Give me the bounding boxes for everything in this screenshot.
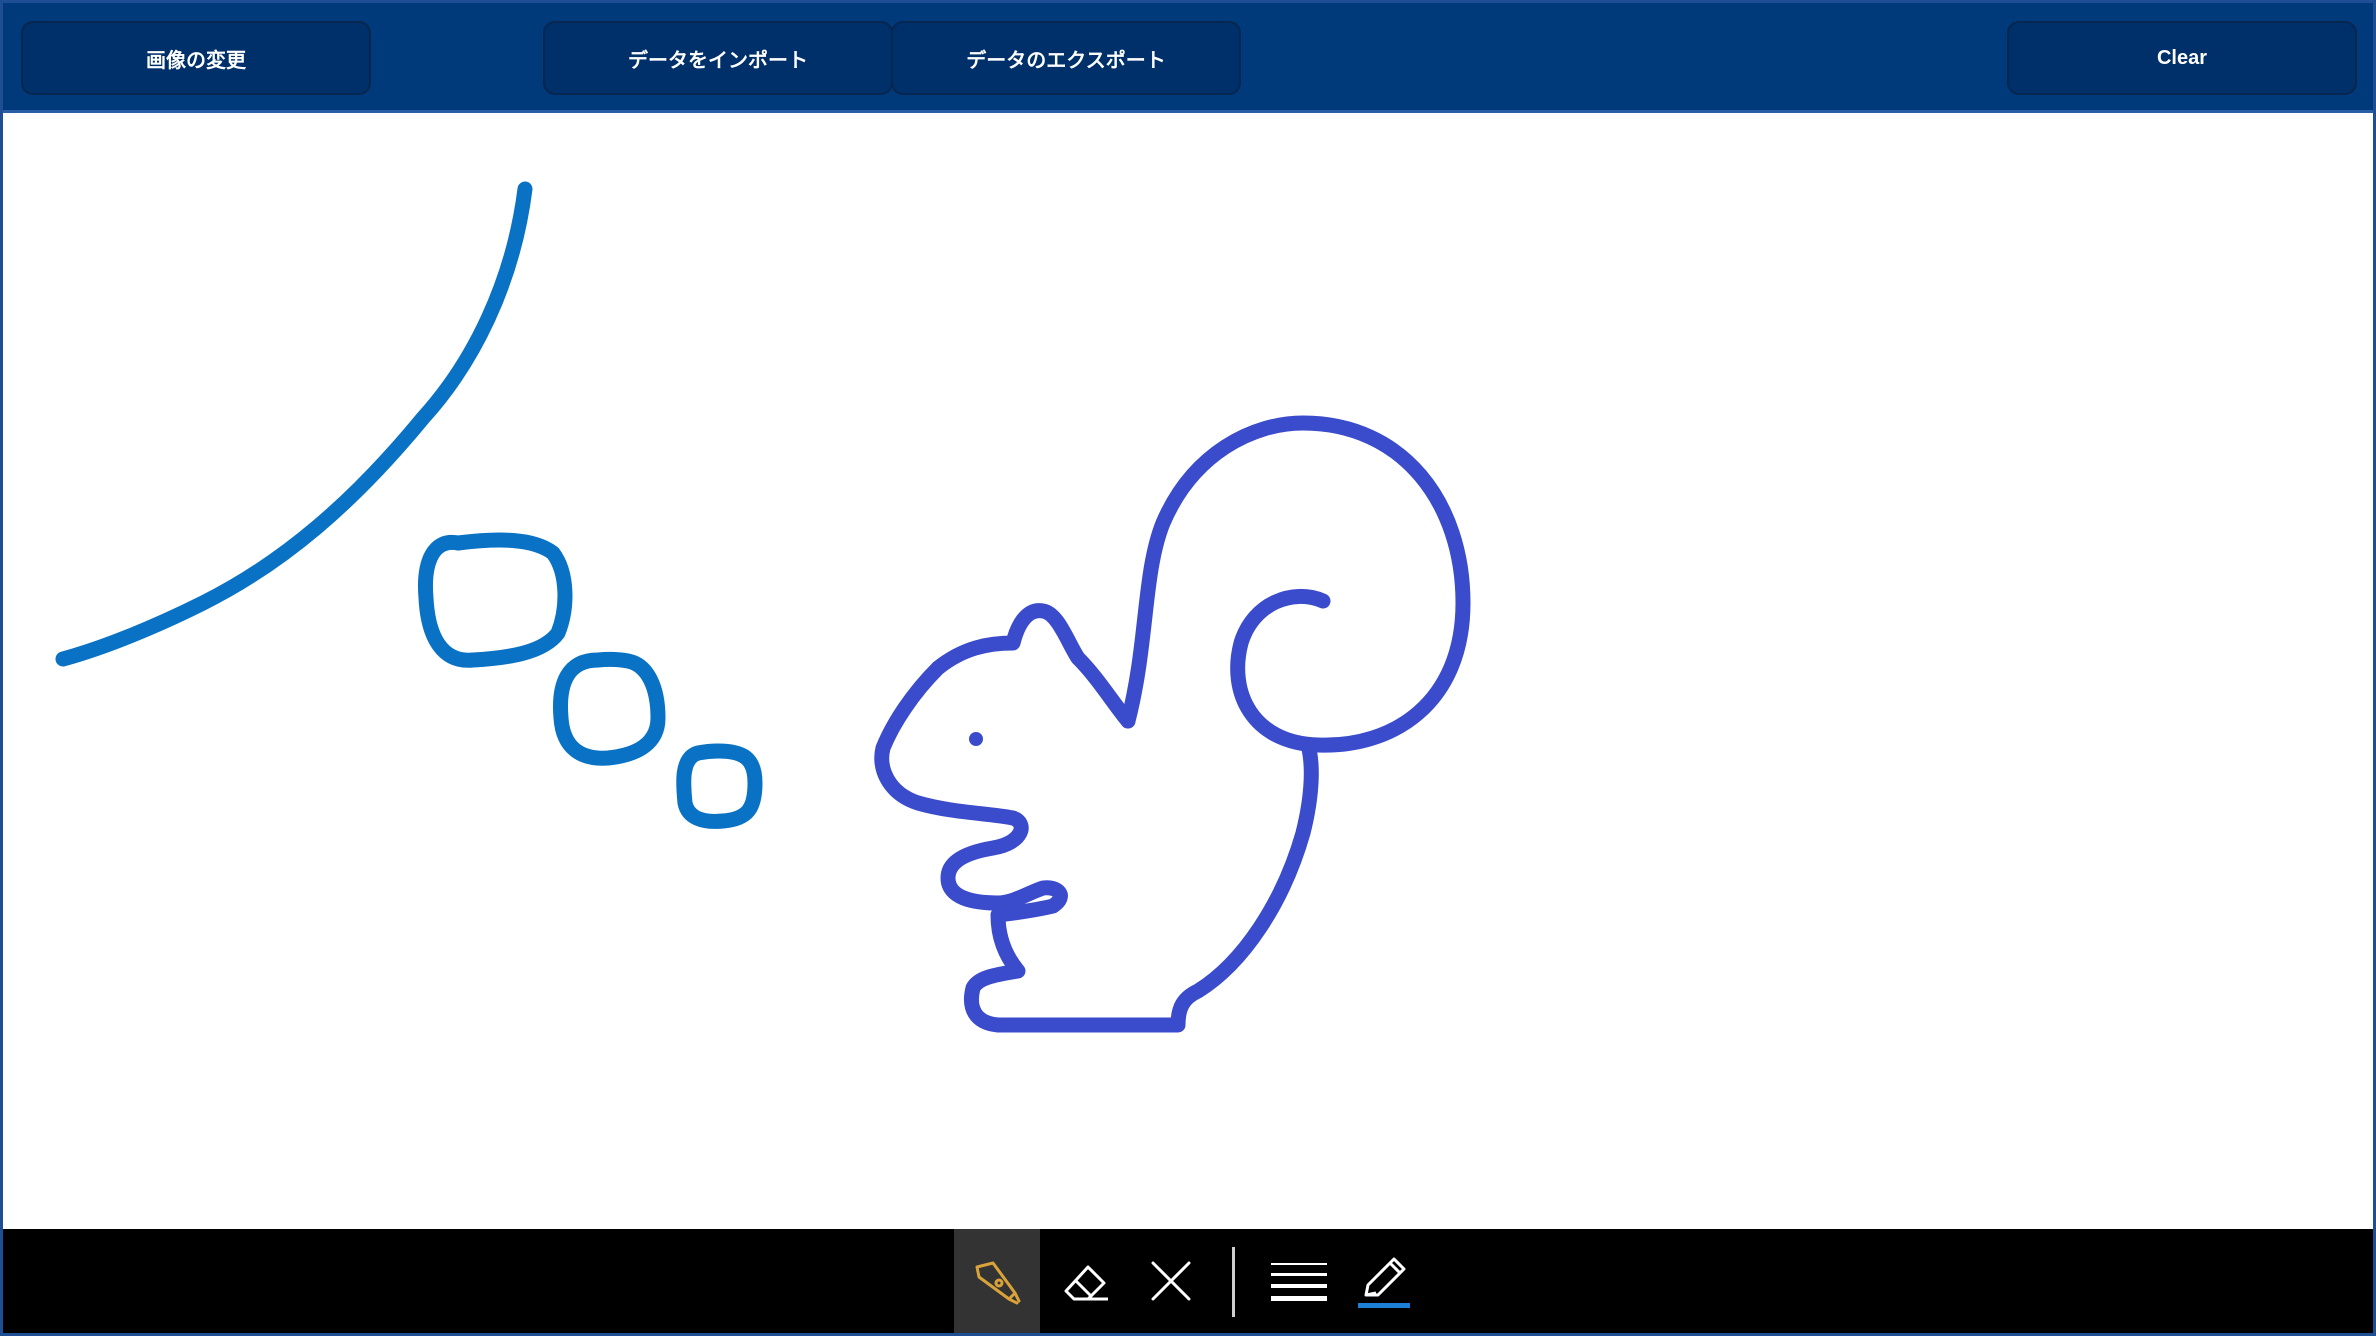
tool-pen-color[interactable] [1341, 1229, 1427, 1333]
import-data-button[interactable]: データをインポート [543, 21, 893, 95]
header-bar: 画像の変更 データをインポート データのエクスポート Clear [3, 3, 2373, 113]
pencil-icon [1358, 1257, 1410, 1308]
toolbar-separator [1232, 1247, 1235, 1317]
close-icon [1151, 1261, 1191, 1301]
tool-stroke-thickness[interactable] [1256, 1229, 1342, 1333]
ink-canvas[interactable] [3, 113, 2373, 1235]
tool-eraser[interactable] [1043, 1229, 1129, 1333]
squirrel-image [874, 415, 1471, 1033]
lines-icon [1271, 1263, 1327, 1301]
tool-clear-ink[interactable] [1128, 1229, 1214, 1333]
tool-ballpoint-pen[interactable] [954, 1229, 1040, 1333]
export-data-button[interactable]: データのエクスポート [891, 21, 1241, 95]
ink-surface [55, 181, 1471, 1033]
eraser-icon [1064, 1265, 1108, 1301]
clear-button[interactable]: Clear [2007, 21, 2357, 95]
pen-nib-icon [975, 1261, 1021, 1305]
change-image-button[interactable]: 画像の変更 [21, 21, 371, 95]
ink-strokes [55, 181, 763, 829]
ink-canvas-app: 画像の変更 データをインポート データのエクスポート Clear [0, 0, 2376, 1336]
active-ink-color-bar [1358, 1303, 1410, 1308]
pen-toolbar [3, 1229, 2373, 1333]
